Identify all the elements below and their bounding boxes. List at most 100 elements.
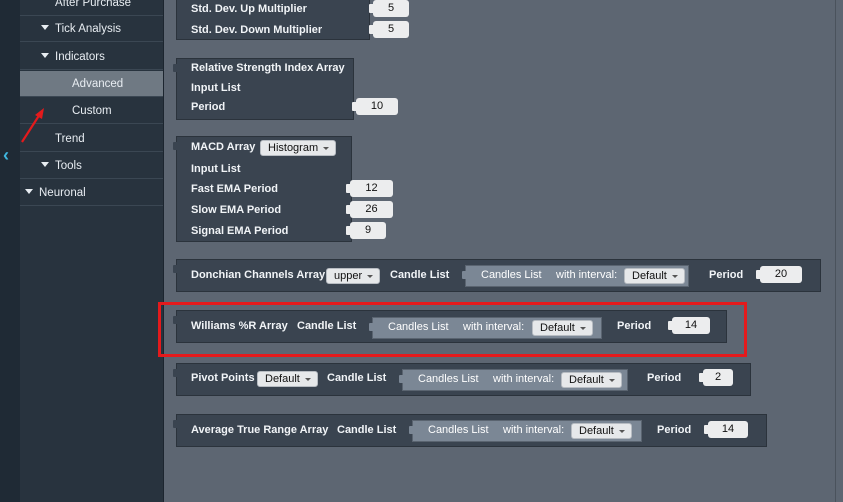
macd-block[interactable]: MACD Array Histogram Input List Fast EMA… (173, 136, 352, 242)
pivot-period-label: Period (647, 372, 682, 384)
sidebar-item-advanced[interactable]: Advanced (20, 71, 163, 97)
chevron-left-icon[interactable]: ‹ (3, 146, 9, 164)
interval-value: Default (579, 425, 614, 437)
input-notch (699, 373, 704, 382)
macd-title: MACD Array (191, 141, 256, 153)
rsi-input-label: Input List (191, 82, 241, 94)
block-notch (399, 375, 405, 383)
pivot-candles-block[interactable]: Candles List with interval: Default (399, 369, 628, 391)
atr-block[interactable]: Average True Range Array Candle List Can… (173, 414, 767, 447)
stddev-up-input[interactable]: 5 (369, 0, 409, 17)
pivot-title: Pivot Points (191, 372, 255, 384)
macd-signal-value: 9 (364, 224, 372, 236)
sidebar-item-label: Advanced (72, 78, 124, 90)
donchian-period-label: Period (709, 269, 744, 281)
pivot-candle-label: Candle List (327, 372, 387, 384)
input-notch (756, 270, 761, 279)
macd-signal-label: Signal EMA Period (191, 225, 289, 237)
sidebar-item-label: After Purchase (55, 0, 132, 9)
interval-dropdown[interactable]: Default (561, 372, 622, 388)
sidebar: After Purchase Tick Analysis Indicators … (20, 0, 164, 502)
sidebar-item-neuronal[interactable]: Neuronal (20, 180, 163, 206)
donchian-block[interactable]: Donchian Channels Array upper Candle Lis… (173, 259, 821, 292)
sidebar-item-label: Tools (55, 160, 82, 172)
caret-down-icon (25, 189, 33, 195)
candles-list-label: Candles List (428, 424, 489, 436)
sidebar-item-label: Tick Analysis (55, 23, 122, 35)
input-notch (346, 184, 351, 193)
stddev-up-value: 5 (387, 2, 395, 14)
pivot-mode-dropdown[interactable]: Default (257, 371, 318, 387)
macd-fast-input[interactable]: 12 (346, 180, 393, 197)
macd-mode-value: Histogram (268, 142, 319, 154)
interval-dropdown[interactable]: Default (624, 268, 685, 284)
stddev-block[interactable]: Std. Dev. Up Multiplier Std. Dev. Down M… (176, 0, 370, 40)
macd-signal-input[interactable]: 9 (346, 222, 386, 239)
sidebar-item-label: Indicators (55, 51, 105, 63)
block-notch (173, 369, 179, 377)
chevron-down-icon (323, 146, 330, 150)
collapse-strip[interactable]: ‹ (0, 0, 20, 502)
input-notch (346, 205, 351, 214)
macd-slow-input[interactable]: 26 (346, 201, 393, 218)
input-notch (704, 425, 709, 434)
sidebar-item-tools[interactable]: Tools (20, 153, 163, 179)
pivot-block[interactable]: Pivot Points Default Candle List Candles… (173, 363, 751, 396)
atr-period-input[interactable]: 14 (704, 421, 748, 438)
pivot-mode-value: Default (265, 373, 300, 385)
rsi-block[interactable]: Relative Strength Index Array Input List… (173, 58, 354, 120)
atr-candles-block[interactable]: Candles List with interval: Default (409, 420, 642, 442)
highlight-box (158, 302, 747, 357)
input-notch (369, 25, 374, 34)
chevron-down-icon (671, 274, 678, 278)
pivot-period-value: 2 (714, 371, 722, 383)
sidebar-item-label: Neuronal (39, 187, 86, 199)
chevron-down-icon (367, 274, 374, 278)
sidebar-item-label: Custom (72, 105, 112, 117)
macd-fast-label: Fast EMA Period (191, 183, 278, 195)
atr-period-label: Period (657, 424, 692, 436)
donchian-band-value: upper (334, 270, 363, 282)
chevron-down-icon (608, 378, 615, 382)
block-notch (173, 142, 179, 150)
pivot-period-input[interactable]: 2 (699, 369, 733, 386)
candles-list-label: Candles List (481, 269, 542, 281)
macd-mode-dropdown[interactable]: Histogram (260, 140, 337, 156)
input-notch (369, 4, 374, 13)
stddev-up-label: Std. Dev. Up Multiplier (191, 3, 307, 15)
atr-title: Average True Range Array (191, 424, 329, 436)
interval-label: with interval: (503, 424, 565, 436)
rsi-period-value: 10 (370, 100, 384, 112)
input-notch (346, 226, 351, 235)
interval-dropdown[interactable]: Default (571, 423, 632, 439)
rsi-period-input[interactable]: 10 (352, 98, 398, 115)
sidebar-item-indicators[interactable]: Indicators (20, 44, 163, 70)
sidebar-item-tick-analysis[interactable]: Tick Analysis (20, 16, 163, 42)
input-notch (352, 102, 357, 111)
candles-list-label: Candles List (418, 373, 479, 385)
donchian-candle-label: Candle List (390, 269, 450, 281)
interval-value: Default (632, 270, 667, 282)
caret-down-icon (41, 25, 49, 31)
stddev-down-label: Std. Dev. Down Multiplier (191, 24, 323, 36)
block-notch (173, 64, 179, 72)
donchian-title: Donchian Channels Array (191, 269, 326, 281)
sidebar-item-label: Trend (55, 133, 85, 145)
interval-label: with interval: (556, 269, 618, 281)
donchian-candles-block[interactable]: Candles List with interval: Default (462, 265, 689, 287)
rsi-title: Relative Strength Index Array (191, 62, 345, 74)
block-notch (409, 426, 415, 434)
macd-input-label: Input List (191, 163, 241, 175)
sidebar-item-after-purchase[interactable]: After Purchase (20, 0, 163, 16)
macd-fast-value: 12 (365, 182, 378, 194)
atr-period-value: 14 (721, 423, 735, 435)
stddev-down-input[interactable]: 5 (369, 21, 409, 38)
caret-down-icon (41, 162, 49, 168)
block-notch (173, 420, 179, 428)
donchian-period-input[interactable]: 20 (756, 266, 802, 283)
workspace-divider (835, 0, 836, 502)
donchian-band-dropdown[interactable]: upper (326, 268, 381, 284)
block-notch (462, 271, 468, 279)
macd-slow-value: 26 (365, 203, 378, 215)
block-notch (173, 265, 179, 273)
